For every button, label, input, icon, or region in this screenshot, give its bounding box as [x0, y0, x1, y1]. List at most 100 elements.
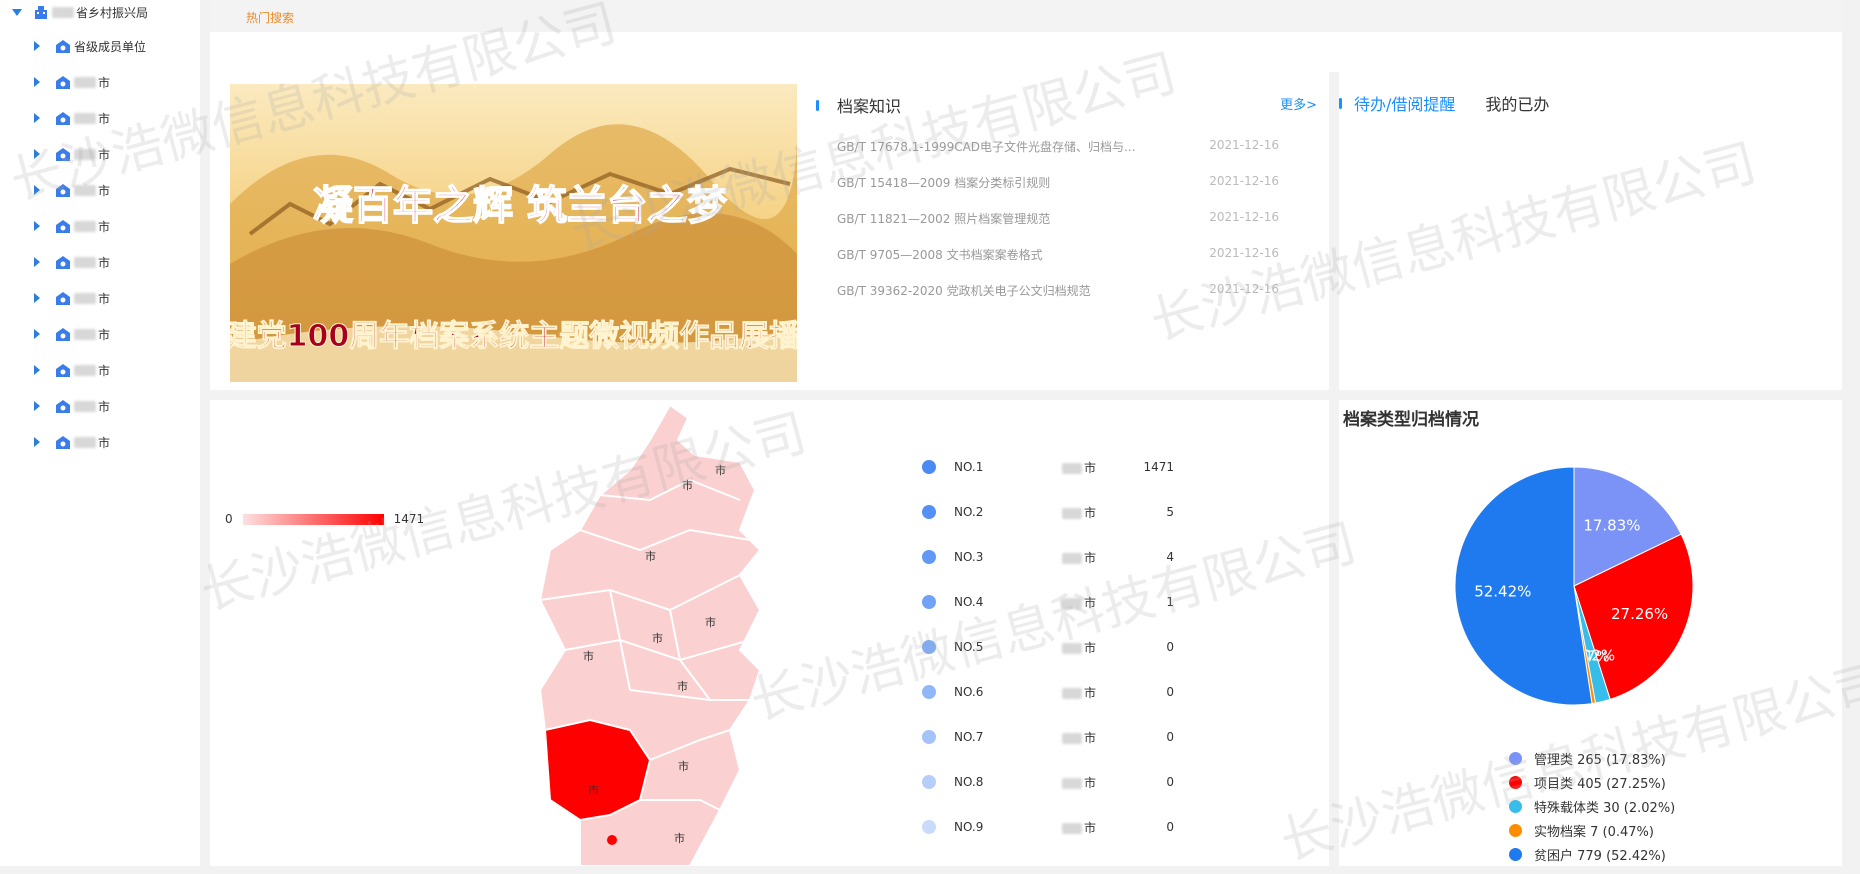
rank-no: NO.6 [954, 685, 984, 699]
knowledge-item-title[interactable]: GB/T 11821—2002 照片档案管理规范 [837, 210, 1050, 227]
map-city-label: 市 [588, 783, 599, 797]
rank-city: 市 [1024, 504, 1134, 521]
knowledge-item-title[interactable]: GB/T 15418—2009 档案分类标引规则 [837, 174, 1050, 191]
sidebar-tree-item[interactable]: 市 [34, 432, 110, 452]
sidebar-item-label: 市 [98, 363, 111, 378]
sidebar-item-label: 市 [98, 291, 111, 306]
tree-root-node[interactable]: 省乡村振兴局 [12, 2, 148, 22]
rank-city: 市 [1024, 684, 1134, 701]
map-city-label: 市 [674, 831, 685, 845]
caret-down-icon[interactable] [12, 8, 22, 16]
knowledge-item-date: 2021-12-16 [1209, 174, 1279, 188]
rank-value: 0 [1166, 775, 1174, 789]
caret-right-icon[interactable] [34, 437, 40, 447]
sidebar-tree-item[interactable]: 市 [34, 396, 110, 416]
pie-legend-item[interactable]: 贫困户 779 (52.42%) [1509, 845, 1666, 864]
caret-right-icon[interactable] [34, 329, 40, 339]
caret-right-icon[interactable] [34, 113, 40, 123]
pie-legend-item[interactable]: 项目类 405 (27.25%) [1509, 773, 1666, 792]
pie-title: 档案类型归档情况 [1343, 410, 1479, 430]
rank-value: 0 [1166, 820, 1174, 834]
legend-max: 1471 [393, 512, 425, 526]
caret-right-icon[interactable] [34, 77, 40, 87]
caret-right-icon[interactable] [34, 293, 40, 303]
sidebar-item-label: 市 [98, 75, 111, 90]
rank-city: 市 [1024, 549, 1134, 566]
pie-legend-item[interactable]: 实物档案 7 (0.47%) [1509, 821, 1654, 840]
caret-right-icon[interactable] [34, 185, 40, 195]
sidebar-tree-item[interactable]: 市 [34, 288, 110, 308]
legend-gradient[interactable] [242, 513, 384, 525]
rank-no: NO.7 [954, 730, 984, 744]
knowledge-item-date: 2021-12-16 [1209, 282, 1279, 296]
caret-right-icon[interactable] [34, 365, 40, 375]
sidebar-tree-item[interactable]: 省级成员单位 [34, 36, 146, 56]
map-city-label: 市 [715, 463, 726, 477]
rank-city: 市 [1024, 459, 1134, 476]
rank-dot [922, 550, 936, 564]
caret-right-icon[interactable] [34, 41, 40, 51]
rank-no: NO.4 [954, 595, 984, 609]
map-city-label: 市 [678, 759, 689, 773]
tab-my-done[interactable]: 我的已办 [1485, 91, 1549, 115]
legend-swatch [1509, 800, 1522, 813]
sidebar-tree-item[interactable]: 市 [34, 252, 110, 272]
sidebar-tree-item[interactable]: 市 [34, 324, 110, 344]
knowledge-item-title[interactable]: GB/T 39362-2020 党政机关电子公文归档规范 [837, 282, 1091, 299]
sidebar-tree-item[interactable]: 市 [34, 216, 110, 236]
building-icon [34, 5, 48, 19]
sidebar-tree-item[interactable]: 市 [34, 72, 110, 92]
hot-search-link[interactable]: 热门搜索 [246, 9, 294, 26]
legend-label: 贫困户 779 (52.42%) [1534, 849, 1666, 864]
knowledge-item-title[interactable]: GB/T 17678.1-1999CAD电子文件光盘存储、归档与... [837, 138, 1135, 155]
map-visual-legend[interactable]: 0 1471 [225, 512, 424, 526]
province-map[interactable]: 市 市 市 市 市 市 市 市 市 市 [440, 400, 960, 866]
rank-value: 5 [1166, 505, 1174, 519]
sidebar-tree-item[interactable]: 市 [34, 180, 110, 200]
rank-no: NO.2 [954, 505, 984, 519]
sidebar-item-label: 市 [98, 255, 111, 270]
sidebar-item-label: 市 [98, 111, 111, 126]
pie-chart-panel: 档案类型归档情况 17.83% 27.26% 2.02% 0.47% 52.42% 管理… [1339, 400, 1842, 866]
rank-dot [922, 820, 936, 834]
rank-city-label: 市 [1083, 550, 1096, 565]
tab-todo-reminder[interactable]: 待办/借阅提醒 [1354, 91, 1455, 115]
pie-chart[interactable]: 17.83%27.26%2.02%0.47%52.42% [1339, 450, 1842, 750]
rank-value: 1471 [1143, 460, 1174, 474]
todo-tabs: 待办/借阅提醒 我的已办 [1339, 91, 1549, 115]
caret-right-icon[interactable] [34, 401, 40, 411]
rank-city-label: 市 [1083, 685, 1096, 700]
sidebar-item-label: 市 [98, 219, 111, 234]
pie-legend-item[interactable]: 特殊载体类 30 (2.02%) [1509, 797, 1675, 816]
banner-carousel[interactable]: 凝百年之辉 筑兰台之梦 建党100周年档案系统主题微视频作品展播 [230, 84, 797, 382]
legend-swatch [1509, 824, 1522, 837]
sidebar-item-label: 省级成员单位 [74, 39, 147, 54]
rank-value: 0 [1166, 640, 1174, 654]
ranking-row: NO.4 市 1 [922, 592, 1182, 612]
legend-swatch [1509, 848, 1522, 861]
rank-city-label: 市 [1083, 640, 1096, 655]
rank-no: NO.9 [954, 820, 984, 834]
tree-root-label: 省乡村振兴局 [76, 5, 149, 20]
ranking-row: NO.3 市 4 [922, 547, 1182, 567]
more-link[interactable]: 更多> [1280, 94, 1317, 113]
legend-label: 项目类 405 (27.25%) [1534, 777, 1666, 792]
sidebar-tree-item[interactable]: 市 [34, 360, 110, 380]
pie-legend-item[interactable]: 管理类 265 (17.83%) [1509, 749, 1666, 768]
caret-right-icon[interactable] [34, 221, 40, 231]
org-unit-icon [56, 147, 70, 161]
caret-right-icon[interactable] [34, 257, 40, 267]
title-accent [816, 99, 819, 111]
rank-value: 0 [1166, 685, 1174, 699]
sidebar-tree-item[interactable]: 市 [34, 144, 110, 164]
rank-no: NO.3 [954, 550, 984, 564]
org-unit-icon [56, 291, 70, 305]
caret-right-icon[interactable] [34, 149, 40, 159]
knowledge-item-title[interactable]: GB/T 9705—2008 文书档案案卷格式 [837, 246, 1043, 263]
rank-city: 市 [1024, 594, 1134, 611]
org-unit-icon [56, 219, 70, 233]
org-unit-icon [56, 183, 70, 197]
sidebar-tree-item[interactable]: 市 [34, 108, 110, 128]
ranking-row: NO.8 市 0 [922, 772, 1182, 792]
rank-dot [922, 685, 936, 699]
